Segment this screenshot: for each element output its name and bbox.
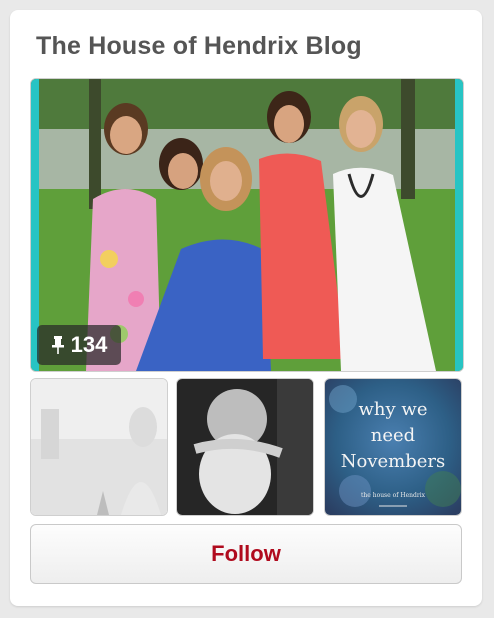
thumbnail-caption: the house of Hendrix	[360, 492, 425, 499]
thumbnail-overlay-text: why we need Novembers	[325, 397, 461, 475]
pin-count: 134	[70, 332, 108, 357]
board-cover-image[interactable]: 134	[30, 78, 464, 372]
thumbnail-image	[31, 379, 167, 515]
thumbnail-image	[177, 379, 313, 515]
overlay-line: need	[370, 425, 416, 446]
board-thumbnail[interactable]	[30, 378, 168, 516]
overlay-line: why we	[358, 399, 428, 420]
overlay-line: Novembers	[340, 451, 446, 472]
board-card: The House of Hendrix Blog 134 why we nee…	[10, 10, 482, 606]
board-title[interactable]: The House of Hendrix Blog	[36, 32, 362, 61]
pushpin-icon	[51, 336, 64, 354]
board-thumbnail[interactable]: why we need Novembers the house of Hendr…	[324, 378, 462, 516]
pin-count-badge: 134	[37, 325, 121, 365]
board-thumbnail[interactable]	[176, 378, 314, 516]
follow-button[interactable]: Follow	[30, 524, 462, 584]
